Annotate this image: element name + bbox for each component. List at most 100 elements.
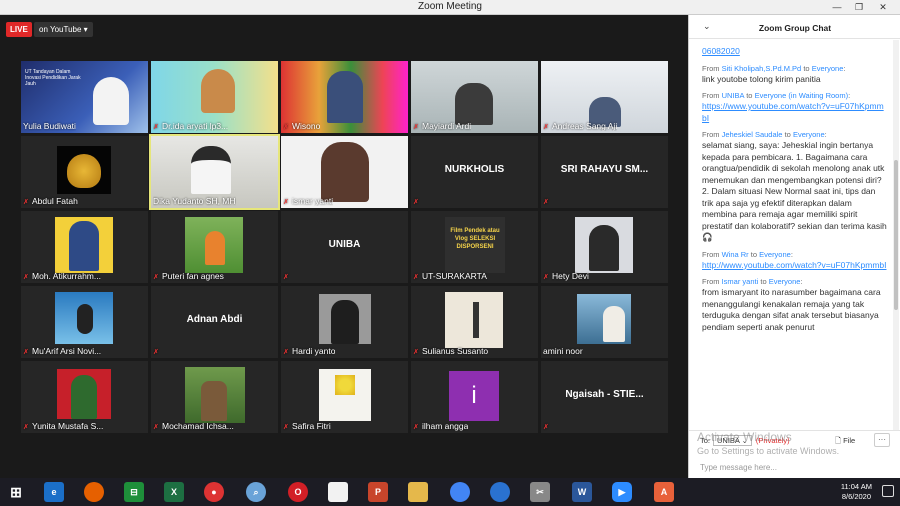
chrome-icon[interactable]	[450, 482, 470, 502]
chat-panel: ⌄ Zoom Group Chat 06082020 From Siti Kho…	[688, 15, 900, 478]
participant-photo	[589, 225, 619, 271]
notepad-icon[interactable]	[328, 482, 348, 502]
message-link[interactable]: https://www.youtube.com/watch?v=uF07hKpm…	[702, 101, 887, 124]
message-text: from ismaryant ito narasumber bagaimana …	[702, 287, 881, 332]
participant-name: ✗	[283, 271, 292, 281]
mic-muted-icon: ✗	[543, 274, 549, 281]
sender-name[interactable]: Ismar yanti	[722, 277, 759, 286]
sender-name[interactable]: Wina Rr	[722, 250, 749, 259]
powerpoint-icon[interactable]: P	[368, 482, 388, 502]
windows-start-icon[interactable]: ⊞	[6, 482, 26, 502]
mic-muted-icon: ✗	[543, 124, 549, 131]
participant-display-name: NURKHOLIS	[444, 164, 505, 175]
live-destination-dropdown[interactable]: on YouTube ▾	[34, 22, 93, 37]
video-tile[interactable]: ✗ Puteri fan agnes	[151, 211, 278, 283]
message-input[interactable]: Type message here...	[700, 463, 777, 472]
sender-name[interactable]: Jeheskiel Saudale	[722, 130, 783, 139]
internet-explorer-icon[interactable]: e	[44, 482, 64, 502]
firefox-icon[interactable]	[84, 482, 104, 502]
more-options-button[interactable]: ···	[874, 433, 890, 447]
recipient-name: Everyone (in Waiting Room)	[754, 91, 849, 100]
word-icon[interactable]: W	[572, 482, 592, 502]
chat-title: Zoom Group Chat	[758, 23, 832, 33]
participant-photo	[603, 306, 625, 342]
video-tile[interactable]: Ngaisah - STIE... ✗	[541, 361, 668, 433]
message-link[interactable]: http://www.youtube.com/watch?v=uF07hKpmm…	[702, 260, 887, 272]
maximize-button[interactable]: ❐	[848, 0, 870, 15]
video-tile[interactable]: ✗ Moh. Atikurrahm...	[21, 211, 148, 283]
system-clock[interactable]: 11:04 AM 8/6/2020	[841, 482, 872, 502]
video-tile[interactable]: Adnan Abdi ✗	[151, 286, 278, 358]
active-speaker-tile[interactable]: Dika Yudanto SH, MH	[149, 134, 280, 210]
chat-header: ⌄ Zoom Group Chat	[689, 15, 900, 39]
search-app-icon[interactable]: ⌕	[246, 482, 266, 502]
video-tile[interactable]: ✗ Yunita Mustafa S...	[21, 361, 148, 433]
zoom-icon[interactable]: ▶	[612, 482, 632, 502]
video-tile[interactable]: ✗ Dr.ida aryati lp3...	[151, 61, 278, 133]
sender-name[interactable]: Siti Kholipah,S.Pd.M.Pd	[722, 64, 802, 73]
video-tile[interactable]: ✗ Hety Devi	[541, 211, 668, 283]
opera-icon[interactable]: O	[288, 482, 308, 502]
file-explorer-icon[interactable]	[408, 482, 428, 502]
participant-photo	[201, 381, 227, 421]
mic-muted-icon: ✗	[413, 274, 419, 281]
live-badge[interactable]: LIVE	[6, 22, 32, 37]
video-tile[interactable]: i ✗ ilham angga	[411, 361, 538, 433]
acrobat-icon[interactable]: A	[654, 482, 674, 502]
video-tile[interactable]: ✗ Sulianus Susanto	[411, 286, 538, 358]
garuda-emblem-icon	[67, 154, 101, 188]
video-tile[interactable]: ✗ Wisono	[281, 61, 408, 133]
mic-muted-icon: ✗	[283, 199, 289, 206]
participant-name: ✗	[543, 421, 552, 431]
participant-name: ✗ UT-SURAKARTA	[413, 271, 487, 281]
message-text: 06082020	[702, 46, 740, 56]
participant-name: ✗ Abdul Fatah	[23, 196, 78, 206]
chat-scrollbar[interactable]	[893, 40, 899, 430]
close-button[interactable]: ✕	[872, 0, 894, 15]
chat-messages[interactable]: 06082020 From Siti Kholipah,S.Pd.M.Pd to…	[689, 40, 893, 430]
video-tile[interactable]: NURKHOLIS ✗	[411, 136, 538, 208]
video-tile[interactable]: ✗ Abdul Fatah	[21, 136, 148, 208]
video-tile[interactable]: ✗ Mu'Arif Arsi Novi...	[21, 286, 148, 358]
recipient-name: Everyone	[768, 277, 801, 286]
participant-photo	[205, 231, 225, 265]
participant-name: ✗ Hety Devi	[543, 271, 589, 281]
notification-icon[interactable]	[882, 485, 894, 497]
video-tile[interactable]: SRI RAHAYU SM... ✗	[541, 136, 668, 208]
video-tile[interactable]: Film Pendek atau Vlog SELEKSI DISPORSENI…	[411, 211, 538, 283]
video-tile[interactable]: UT Tandayan Dalam Inovasi Pendidikan Jar…	[21, 61, 148, 133]
zoom-window: Zoom Meeting — ❐ ✕ LIVE on YouTube ▾ UT …	[0, 0, 900, 478]
mic-muted-icon: ✗	[23, 199, 29, 206]
mic-muted-icon: ✗	[283, 124, 289, 131]
browser-icon[interactable]	[490, 482, 510, 502]
participant-photo	[191, 146, 231, 194]
mic-muted-icon: ✗	[283, 349, 289, 356]
recipient-name: Everyone	[811, 63, 844, 73]
participant-display-name: UNIBA	[328, 239, 361, 250]
project-icon[interactable]: ⊟	[124, 482, 144, 502]
sender-name[interactable]: UNIBA	[722, 91, 745, 100]
participant-display-name: Adnan Abdi	[186, 314, 243, 325]
video-tile[interactable]: ✗ Andreas Sang Aji	[541, 61, 668, 133]
excel-icon[interactable]: X	[164, 482, 184, 502]
video-tile[interactable]: ✗ ismar yanti	[281, 136, 408, 208]
participant-name: ✗ ismar yanti	[283, 196, 334, 206]
video-tile[interactable]: UNIBA ✗	[281, 211, 408, 283]
scrollbar-thumb[interactable]	[894, 160, 898, 310]
mic-muted-icon: ✗	[23, 424, 29, 431]
video-tile[interactable]: ✗ Safira Fitri	[281, 361, 408, 433]
video-tile[interactable]: ✗ Mayiardi Ardi	[411, 61, 538, 133]
snipping-tool-icon[interactable]: ✂	[530, 482, 550, 502]
participant-name: ✗ Mochamad Ichsa...	[153, 421, 234, 431]
video-tile[interactable]: ✗ Hardi yanto	[281, 286, 408, 358]
participant-photo	[201, 69, 235, 113]
participant-name: ✗	[153, 346, 162, 356]
media-app-icon[interactable]: ●	[204, 482, 224, 502]
video-tile[interactable]: ✗ Mochamad Ichsa...	[151, 361, 278, 433]
participant-name: Yulia Budiwati	[23, 121, 76, 131]
video-tile[interactable]: amini noor	[541, 286, 668, 358]
minimize-button[interactable]: —	[826, 0, 848, 15]
mic-muted-icon: ✗	[543, 424, 549, 431]
mic-muted-icon: ✗	[23, 274, 29, 281]
mic-muted-icon: ✗	[283, 424, 289, 431]
